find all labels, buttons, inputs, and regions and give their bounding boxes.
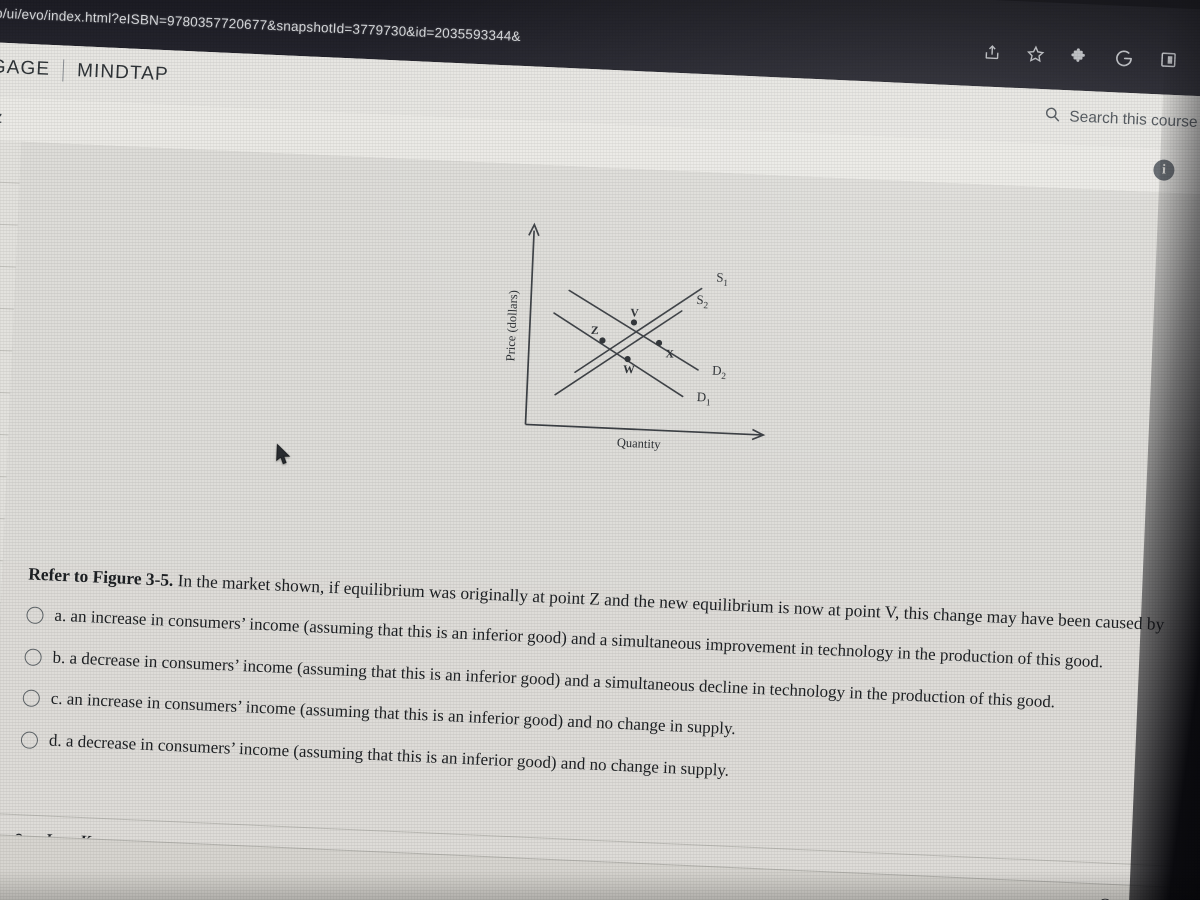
curve-label-S2: S2 [696,292,709,312]
mindtap-app-window: GAGE MINDTAP Search this course ? uiz i … [0,40,1200,900]
radio-button[interactable] [24,648,43,666]
photographed-screen: nb/ui/evo/index.html?eISBN=9780357720677… [0,0,1200,900]
brand-divider [62,59,65,82]
google-g-icon[interactable] [1114,48,1134,68]
figure-area: S1 S2 D2 D1 V Z X W Quantity Price (dollars) [2,141,1200,617]
supply-demand-figure: S1 S2 D2 D1 V Z X W Quantity Price (dollars) [489,215,799,458]
answer-options-list: a. an increase in consumers’ income (ass… [20,603,1200,805]
supply-demand-chart: S1 S2 D2D1 V Z X W Quantity Price (dollars) [503,222,766,452]
puzzle-extensions-icon[interactable] [1070,47,1089,66]
x-axis [525,423,762,436]
search-this-course[interactable]: Search this course [1043,105,1198,134]
x-axis-label: Quantity [617,436,662,452]
radio-button[interactable] [20,731,39,750]
search-icon [1043,105,1061,128]
radio-button[interactable] [26,606,44,625]
y-axis-label: Price (dollars) [503,290,520,362]
equilibrium-point-V [630,319,638,326]
star-bookmark-icon[interactable] [1026,45,1045,64]
question-reference: Refer to Figure 3-5. [27,563,174,590]
address-bar-url[interactable]: nb/ui/evo/index.html?eISBN=9780357720677… [0,5,521,44]
point-label-X: X [665,348,675,360]
question-nav-item-2[interactable] [0,179,20,226]
question-counter: Question 1 of [1098,894,1197,900]
brand-cengage-text: GAGE [0,56,51,80]
curve-label-S1: S1 [716,269,729,289]
quiz-content-panel: S1 S2 D2 D1 V Z X W Quantity Price (dollars) R… [0,141,1200,900]
curve-label-D1: D1 [696,389,711,409]
y-axis [524,230,535,425]
share-icon[interactable] [983,43,1001,61]
search-input[interactable]: Search this course [1069,108,1198,132]
page-title: uiz [0,106,3,127]
question-nav-item-1[interactable] [0,137,22,184]
browser-toolbar-icons [983,40,1200,76]
curve-S2 [554,310,683,396]
square-extension-icon[interactable] [1159,50,1178,69]
brand-mindtap-text: MINDTAP [76,60,170,86]
question-nav-item-3[interactable] [0,221,18,268]
point-label-Z: Z [591,325,600,337]
bottom-action-bar: Question 1 of Save Submit Test for Gra [0,834,1200,900]
info-icon[interactable]: i [1153,159,1175,182]
point-label-W: W [623,364,636,377]
radio-button[interactable] [22,689,41,708]
curve-label-D2: D2 [712,362,727,382]
cengage-mindtap-brand: GAGE MINDTAP [0,56,169,86]
point-label-V: V [630,307,640,319]
subheader-actions: i ✕ [1153,157,1200,185]
mouse-cursor [276,443,291,465]
